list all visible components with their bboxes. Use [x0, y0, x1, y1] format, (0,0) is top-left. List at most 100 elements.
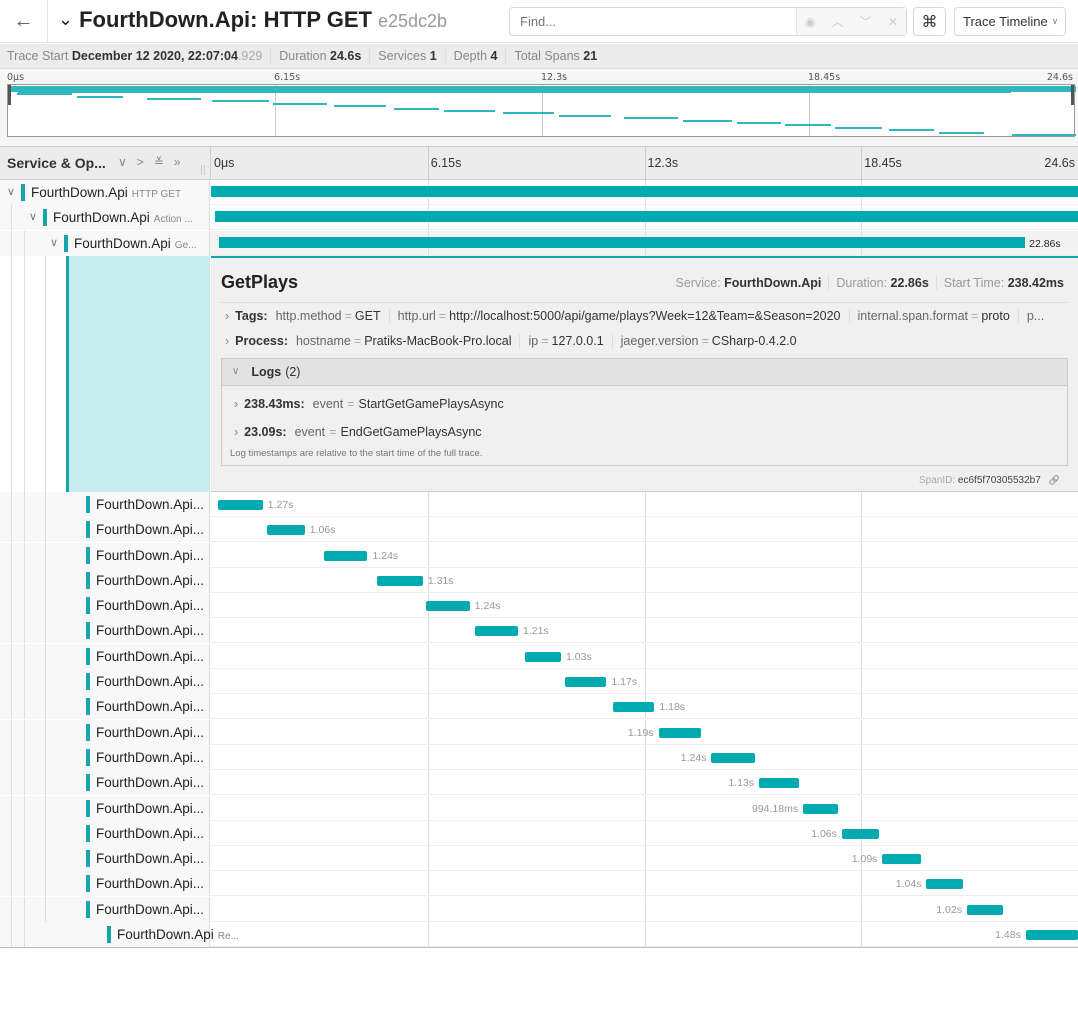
span-row[interactable]: FourthDown.Api... 1.18s [0, 694, 1078, 720]
span-name-cell[interactable]: FourthDown.Api... [0, 770, 210, 796]
span-bar[interactable] [1025, 930, 1078, 940]
minimap-handle-left[interactable] [8, 85, 11, 105]
span-row[interactable]: FourthDown.Api... 1.24s [0, 744, 1078, 770]
span-bar[interactable] [475, 626, 518, 637]
collapse-one-icon[interactable]: ∨ [118, 155, 127, 169]
chevron-right-icon[interactable]: › [234, 397, 238, 411]
span-name-cell[interactable]: ∨ FourthDown.Api HTTP GET [0, 180, 210, 205]
span-name-cell[interactable]: ∨ FourthDown.Api Ge... [0, 230, 210, 256]
close-icon[interactable]: ✕ [888, 15, 898, 29]
span-row[interactable]: ∨ FourthDown.Api HTTP GET [0, 180, 1078, 205]
span-bar[interactable] [376, 575, 423, 586]
span-name-cell[interactable]: FourthDown.Api... [0, 517, 210, 543]
span-row[interactable]: FourthDown.Api... 994.18ms [0, 795, 1078, 821]
tags-section[interactable]: › Tags: http.method = GET http.url = http://loc… [225, 308, 1066, 323]
span-name-cell[interactable]: FourthDown.Api... [0, 618, 210, 644]
span-name-cell[interactable]: FourthDown.Api... [0, 846, 210, 872]
span-row[interactable]: FourthDown.Api Re... 1.48s [0, 922, 1078, 947]
chevron-down-icon[interactable]: ⌄ [58, 9, 73, 30]
span-row[interactable]: FourthDown.Api... 1.21s [0, 618, 1078, 644]
span-name-cell[interactable]: FourthDown.Api... [0, 643, 210, 669]
span-bar[interactable] [926, 879, 964, 890]
span-name-cell[interactable]: FourthDown.Api... [0, 795, 210, 821]
chevron-down-icon[interactable]: ∨ [29, 210, 37, 223]
span-bar[interactable] [218, 499, 263, 510]
expand-one-icon[interactable]: > [137, 155, 144, 169]
span-bar[interactable] [882, 854, 921, 865]
span-name-cell[interactable]: FourthDown.Api... [0, 871, 210, 897]
span-bar[interactable] [612, 702, 655, 713]
chevron-down-icon[interactable]: ∨ [7, 185, 15, 198]
chevron-right-icon[interactable]: › [234, 425, 238, 439]
column-resize-handle[interactable] [201, 165, 205, 175]
span-row[interactable]: FourthDown.Api... 1.24s [0, 593, 1078, 619]
span-bar[interactable] [565, 677, 607, 687]
span-name-cell[interactable]: FourthDown.Api... [0, 694, 210, 720]
span-name-cell[interactable]: FourthDown.Api... [0, 567, 210, 593]
span-row[interactable]: FourthDown.Api... 1.09s [0, 846, 1078, 872]
span-row[interactable]: FourthDown.Api... 1.17s [0, 669, 1078, 694]
span-bar[interactable] [658, 727, 701, 738]
locate-icon[interactable]: ◉ [805, 15, 815, 29]
span-row[interactable]: FourthDown.Api... 1.03s [0, 643, 1078, 669]
tree-indent-guide [11, 618, 12, 644]
span-row[interactable]: FourthDown.Api... 1.31s [0, 567, 1078, 593]
view-select[interactable]: Trace Timeline ∨ [954, 7, 1066, 36]
span-name-cell[interactable]: ∨ FourthDown.Api Action ... [0, 205, 210, 231]
chevron-right-icon[interactable]: › [225, 309, 229, 323]
span-name-cell[interactable]: FourthDown.Api... [0, 491, 210, 517]
process-section[interactable]: › Process: hostname = Pratiks-MacBook-Pro.lo… [225, 333, 1066, 348]
tree-indent-guide [45, 896, 46, 922]
span-bar[interactable] [803, 803, 839, 814]
logs-header[interactable]: ∨ Logs (2) [222, 358, 1067, 386]
span-row[interactable]: FourthDown.Api... 1.13s [0, 770, 1078, 796]
trace-minimap[interactable]: 0μs 6.15s 12.3s 18.45s 24.6s [0, 69, 1078, 147]
span-row[interactable]: FourthDown.Api... 1.04s [0, 871, 1078, 897]
span-bar[interactable] [759, 778, 799, 789]
chevron-down-icon[interactable]: ∨ [50, 236, 58, 249]
span-row[interactable]: ∨ FourthDown.Api Action ... [0, 205, 1078, 231]
span-bar[interactable] [425, 601, 470, 612]
span-name-cell[interactable]: FourthDown.Api... [0, 820, 210, 846]
span-name-cell[interactable]: FourthDown.Api... [0, 744, 210, 770]
span-bar[interactable] [219, 236, 1026, 248]
log-entry[interactable]: › 238.43ms: event = StartGetGamePlaysAsync [234, 397, 504, 411]
span-bar[interactable] [841, 828, 880, 839]
span-name-cell[interactable]: FourthDown.Api... [0, 719, 210, 745]
span-bar[interactable] [211, 186, 1078, 197]
span-bar[interactable] [524, 651, 561, 662]
span-row[interactable]: FourthDown.Api... 1.06s [0, 820, 1078, 846]
span-name-cell[interactable]: FourthDown.Api... [0, 896, 210, 922]
back-button[interactable]: ← [0, 0, 48, 43]
expand-all-icon[interactable]: » [174, 155, 181, 169]
chevron-down-icon[interactable]: ﹀ [860, 13, 872, 30]
chevron-up-icon[interactable]: ︿ [832, 13, 844, 30]
span-bar[interactable] [966, 904, 1003, 915]
span-bar[interactable] [323, 550, 368, 561]
span-name-cell[interactable]: FourthDown.Api... [0, 593, 210, 619]
span-bar[interactable] [267, 525, 305, 536]
span-row[interactable]: FourthDown.Api... 1.27s [0, 491, 1078, 517]
link-icon[interactable]: 🔗 [1049, 475, 1060, 485]
span-bar[interactable] [214, 211, 1078, 223]
timeline-gridline [427, 694, 429, 719]
span-row[interactable]: FourthDown.Api... 1.06s [0, 517, 1078, 543]
span-bar[interactable] [711, 752, 756, 763]
span-name-cell[interactable]: FourthDown.Api... [0, 669, 210, 694]
timeline-gridline [644, 567, 646, 592]
minimap-canvas[interactable] [7, 84, 1076, 137]
find-input[interactable] [510, 8, 796, 35]
chevron-right-icon[interactable]: › [225, 334, 229, 348]
span-row[interactable]: ∨ FourthDown.Api Ge... 22.86s [0, 230, 1078, 256]
tree-indent-guide [45, 795, 46, 821]
span-row[interactable]: FourthDown.Api... 1.24s [0, 542, 1078, 568]
minimap-handle-right[interactable] [1071, 85, 1074, 105]
span-row[interactable]: FourthDown.Api... 1.02s [0, 896, 1078, 922]
log-entry[interactable]: › 23.09s: event = EndGetGamePlaysAsync [234, 425, 482, 439]
span-name-cell[interactable]: FourthDown.Api Re... [0, 922, 239, 947]
collapse-all-icon[interactable]: ≚ [154, 155, 164, 169]
span-row[interactable]: FourthDown.Api... 1.19s [0, 719, 1078, 745]
trace-title[interactable]: ⌄ FourthDown.Api: HTTP GET e25dc2b [58, 7, 447, 33]
keyboard-shortcuts-button[interactable]: ⌘ [913, 7, 946, 36]
span-name-cell[interactable]: FourthDown.Api... [0, 542, 210, 568]
